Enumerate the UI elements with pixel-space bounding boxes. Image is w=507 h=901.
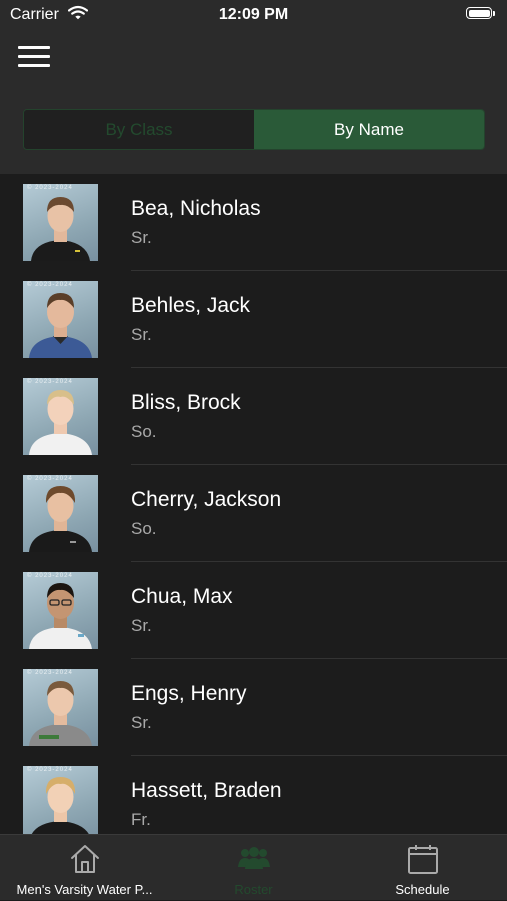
tab-roster[interactable]: Roster: [169, 835, 338, 901]
tab-bar: Men's Varsity Water P... Roster Schedule: [0, 834, 507, 900]
tab-schedule-label: Schedule: [395, 882, 450, 897]
player-photo: © 2023-2024: [23, 184, 98, 261]
player-photo: © 2023-2024: [23, 766, 98, 834]
hamburger-menu-icon[interactable]: [18, 46, 50, 70]
player-name: Chua, Max: [131, 585, 233, 608]
roster-people-icon: [237, 847, 270, 869]
battery-cap: [493, 11, 495, 16]
tab-roster-label: Roster: [234, 882, 273, 897]
by-name-segment[interactable]: By Name: [254, 110, 484, 149]
tab-home-label: Men's Varsity Water P...: [16, 882, 153, 897]
player-class: Sr.: [131, 713, 152, 732]
roster-row[interactable]: © 2023-2024 Behles, Jack Sr.: [0, 271, 507, 368]
roster-row[interactable]: © 2023-2024 Engs, Henry Sr.: [0, 659, 507, 756]
home-icon: [70, 845, 99, 873]
player-class: So.: [131, 519, 157, 538]
sort-segmented-control: By Class By Name: [23, 109, 485, 150]
player-class: Sr.: [131, 325, 152, 344]
roster-list[interactable]: © 2023-2024 Bea, Nicholas Sr. © 2023-202…: [0, 174, 507, 834]
player-photo: © 2023-2024: [23, 475, 98, 552]
status-bar: Carrier 12:09 PM: [0, 0, 507, 32]
player-name: Behles, Jack: [131, 294, 251, 317]
player-photo: © 2023-2024: [23, 669, 98, 746]
segment-area: By Class By Name: [0, 88, 507, 174]
navigation-bar: [0, 32, 507, 88]
roster-row[interactable]: © 2023-2024 Chua, Max Sr.: [0, 562, 507, 659]
roster-row[interactable]: © 2023-2024 Bliss, Brock So.: [0, 368, 507, 465]
player-class: Sr.: [131, 228, 152, 247]
tab-schedule[interactable]: Schedule: [338, 835, 507, 901]
battery-icon: [466, 7, 492, 19]
tab-home[interactable]: Men's Varsity Water P...: [0, 835, 169, 901]
player-class: Fr.: [131, 810, 151, 829]
roster-row[interactable]: © 2023-2024 Hassett, Braden Fr.: [0, 756, 507, 834]
clock-label: 12:09 PM: [218, 6, 289, 23]
player-photo: © 2023-2024: [23, 572, 98, 649]
player-name: Engs, Henry: [131, 682, 247, 705]
roster-row[interactable]: © 2023-2024 Cherry, Jackson So.: [0, 465, 507, 562]
player-photo: © 2023-2024: [23, 281, 98, 358]
player-name: Bea, Nicholas: [131, 197, 261, 220]
player-name: Cherry, Jackson: [131, 488, 282, 511]
roster-row[interactable]: © 2023-2024 Bea, Nicholas Sr.: [0, 174, 507, 271]
calendar-icon: [407, 845, 438, 874]
player-class: Sr.: [131, 616, 152, 635]
player-name: Hassett, Braden: [131, 779, 282, 802]
player-class: So.: [131, 422, 157, 441]
player-name: Bliss, Brock: [131, 391, 241, 414]
by-class-segment[interactable]: By Class: [24, 110, 254, 149]
player-photo: © 2023-2024: [23, 378, 98, 455]
